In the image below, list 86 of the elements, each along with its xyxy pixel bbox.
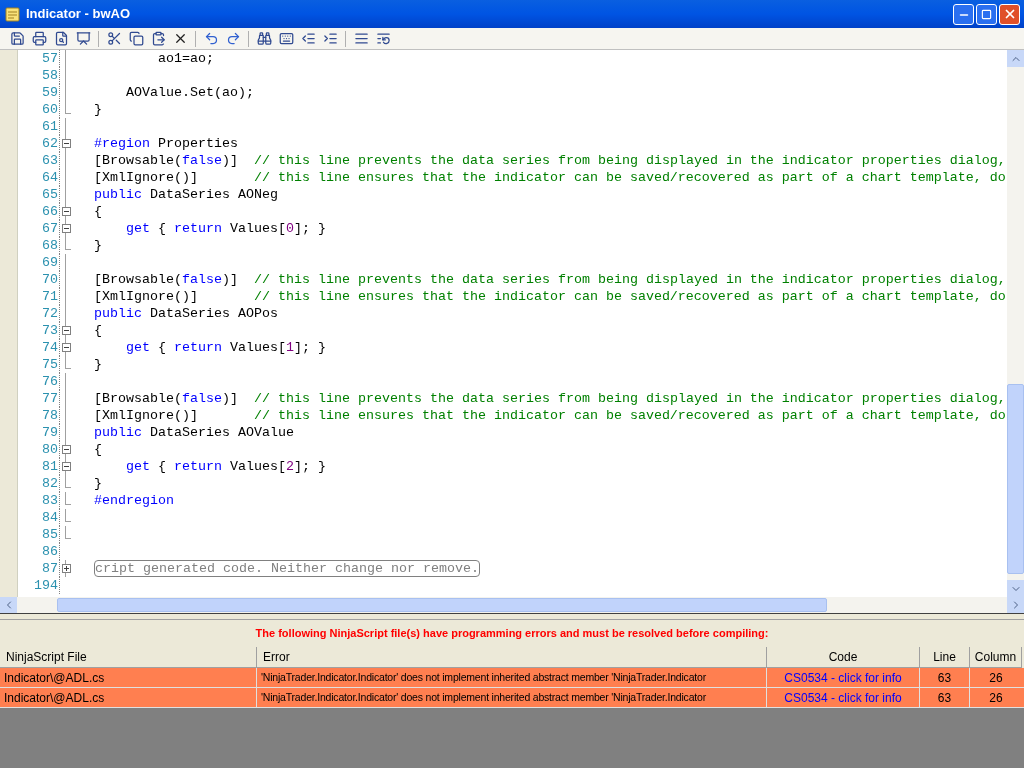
line-number: 63	[41, 152, 58, 169]
collapse-icon[interactable]	[61, 224, 71, 233]
line-number: 72	[41, 305, 58, 322]
code-line: public DataSeries AOValue	[94, 424, 294, 441]
code-line: [XmlIgnore()] // this line ensures that the indicator can be saved/recovered as part of a chart template, do	[94, 169, 1006, 186]
line-number: 77	[41, 390, 58, 407]
code-line: [XmlIgnore()] // this line ensures that the indicator can be saved/recovered as part of a chart template, do	[94, 407, 1006, 424]
find-icon[interactable]	[255, 29, 273, 48]
error-row[interactable]: Indicator\@ADL.cs 'NinjaTrader.Indicator.Indicator' does not implement inherited abstract member 'NinjaTrader.Indicator CS0534 - click for info 63 26	[0, 688, 1024, 708]
error-row[interactable]: Indicator\@ADL.cs 'NinjaTrader.Indicator.Indicator' does not implement inherited abstract member 'NinjaTrader.Indicator CS0534 - click for info 63 26	[0, 668, 1024, 688]
line-number: 78	[41, 407, 58, 424]
line-number: 87	[41, 560, 58, 577]
table-cell: 'NinjaTrader.Indicator.Indicator' does not implement inherited abstract member 'NinjaTrader.Indicator	[257, 688, 767, 707]
restore-button[interactable]	[976, 3, 997, 25]
line-number: 61	[41, 118, 58, 135]
code-line: ao1=ao;	[157, 50, 214, 67]
code-line: [XmlIgnore()] // this line ensures that the indicator can be saved/recovered as part of a chart template, do	[94, 288, 1006, 305]
expand-icon[interactable]	[61, 564, 71, 573]
close-button[interactable]	[999, 3, 1020, 25]
line-number: 71	[41, 288, 58, 305]
window-title: Indicator - bwAO	[26, 5, 131, 24]
easel-icon[interactable]	[74, 29, 92, 48]
table-cell: 'NinjaTrader.Indicator.Indicator' does not implement inherited abstract member 'NinjaTrader.Indicator	[257, 668, 767, 687]
line-number: 64	[41, 169, 58, 186]
line-number: 79	[41, 424, 58, 441]
notepad-icon	[4, 5, 22, 23]
line-number: 80	[41, 441, 58, 458]
minimize-button[interactable]	[953, 3, 974, 25]
line-number: 62	[41, 135, 58, 152]
printer-icon[interactable]	[30, 29, 48, 48]
code-line: AOValue.Set(ao);	[125, 84, 254, 101]
restore-icon	[981, 8, 992, 20]
code-line: }	[94, 101, 102, 118]
line-number: 66	[41, 203, 58, 220]
table-cell: 63	[920, 668, 970, 687]
code-line: {	[94, 441, 102, 458]
line-number: 59	[41, 84, 58, 101]
table-cell: 63	[920, 688, 970, 707]
code-line: [Browsable(false)] // this line prevents the data series from being displayed in the indicator properties dialog,	[94, 152, 1006, 169]
code-line: get { return Values[2]; }	[125, 458, 326, 475]
code-line: [Browsable(false)] // this line prevents the data series from being displayed in the indicator properties dialog,	[94, 271, 1006, 288]
code-line: }	[94, 356, 102, 373]
line-number: 84	[41, 509, 58, 526]
line-number: 70	[41, 271, 58, 288]
code-line: }	[94, 475, 102, 492]
line-number: 67	[41, 220, 58, 237]
line-number: 68	[41, 237, 58, 254]
collapse-icon[interactable]	[61, 445, 71, 454]
collapse-icon[interactable]	[61, 343, 71, 352]
line-number: 58	[41, 67, 58, 84]
line-number: 69	[41, 254, 58, 271]
table-cell: Indicator\@ADL.cs	[0, 668, 257, 687]
line-number: 194	[33, 577, 58, 594]
line-number: 65	[41, 186, 58, 203]
code-line: public DataSeries AONeg	[94, 186, 278, 203]
line-number: 60	[41, 101, 58, 118]
code-line: get { return Values[1]; }	[125, 339, 326, 356]
line-number: 75	[41, 356, 58, 373]
code-line: }	[94, 237, 102, 254]
line-number: 74	[41, 339, 58, 356]
line-number: 73	[41, 322, 58, 339]
code-line: {	[94, 203, 102, 220]
code-line: [Browsable(false)] // this line prevents the data series from being displayed in the indicator properties dialog,	[94, 390, 1006, 407]
line-number: 81	[41, 458, 58, 475]
collapse-icon[interactable]	[61, 326, 71, 335]
table-cell-text: 26	[988, 669, 1004, 687]
code-line: #endregion	[94, 492, 174, 509]
error-message: The following NinjaScript file(s) have programming errors and must be resolved before compiling:	[255, 626, 769, 642]
collapse-icon[interactable]	[61, 207, 71, 216]
line-number: 86	[41, 543, 58, 560]
line-number: 82	[41, 475, 58, 492]
line-number: 76	[41, 373, 58, 390]
table-cell-text: 26	[988, 689, 1004, 707]
cut-icon[interactable]	[105, 29, 123, 48]
line-number: 57	[41, 50, 58, 67]
line-number: 85	[41, 526, 58, 543]
code-line: get { return Values[0]; }	[125, 220, 326, 237]
collapse-icon[interactable]	[61, 139, 71, 148]
collapse-icon[interactable]	[61, 462, 71, 471]
copy-icon[interactable]	[127, 29, 145, 48]
code-line: #region Properties	[94, 135, 238, 152]
table-cell: Indicator\@ADL.cs	[0, 688, 257, 707]
line-number: 83	[41, 492, 58, 509]
code-line: {	[94, 322, 102, 339]
code-line: public DataSeries AOPos	[94, 305, 278, 322]
save-icon[interactable]	[8, 29, 26, 48]
